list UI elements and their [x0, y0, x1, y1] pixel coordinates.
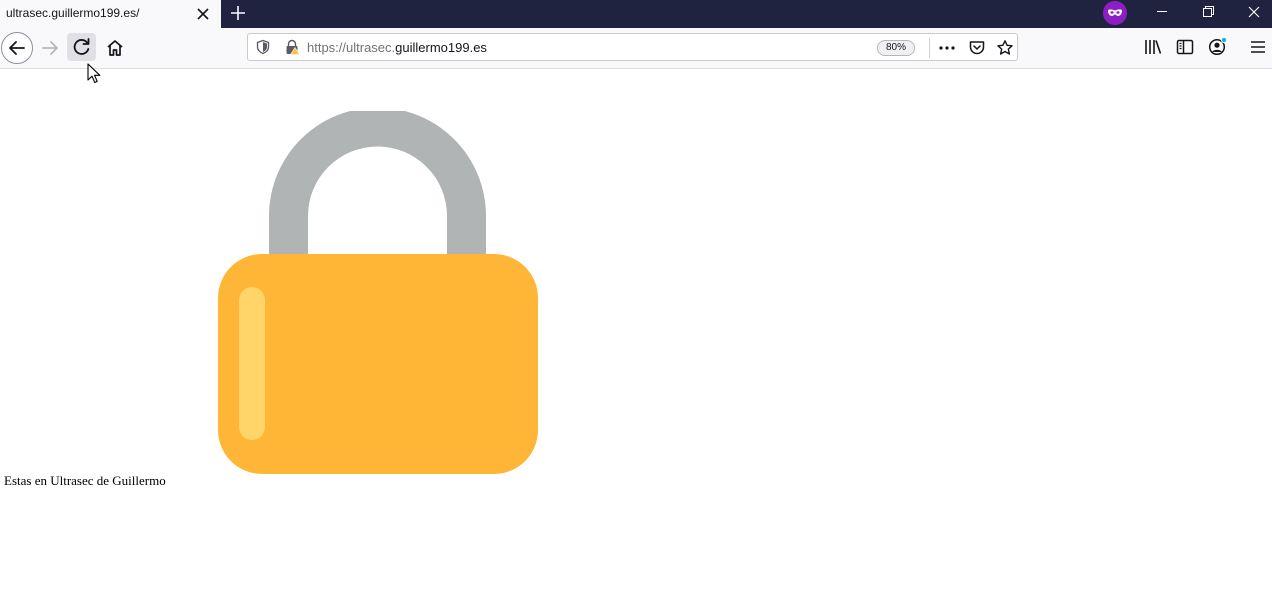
reload-icon[interactable] [67, 33, 96, 61]
tab-title: ultrasec.guillermo199.es/ [6, 6, 140, 20]
page-actions-more-icon[interactable] [938, 39, 956, 57]
restore-icon[interactable] [1185, 0, 1231, 28]
hamburger-menu-icon[interactable] [1248, 37, 1268, 57]
bookmark-star-icon[interactable] [996, 39, 1014, 57]
urlbar-divider [929, 38, 930, 58]
welcome-text: Estas en Ultrasec de Guillermo [4, 473, 166, 488]
private-browsing-icon [1103, 1, 1127, 25]
sidebar-toggle-icon[interactable] [1175, 37, 1195, 57]
tab-strip: ultrasec.guillermo199.es/ [0, 0, 1272, 28]
new-tab-icon[interactable] [228, 3, 248, 23]
url-domain: guillermo199.es [395, 40, 487, 55]
url-prefix: https://ultrasec. [307, 40, 396, 55]
pocket-icon[interactable] [968, 39, 986, 57]
back-arrow-icon[interactable] [1, 32, 33, 64]
minimize-icon[interactable] [1139, 0, 1185, 28]
navigation-toolbar: https://ultrasec.guillermo199.es 80% [0, 28, 1272, 69]
close-tab-icon[interactable] [194, 5, 212, 23]
active-tab[interactable]: ultrasec.guillermo199.es/ [0, 0, 221, 28]
account-icon[interactable] [1207, 37, 1227, 57]
address-bar[interactable]: https://ultrasec.guillermo199.es 80% [247, 33, 1018, 61]
mouse-cursor-icon [87, 63, 101, 84]
url-text[interactable]: https://ultrasec.guillermo199.es [307, 40, 487, 55]
zoom-level-badge[interactable]: 80% [877, 40, 915, 56]
tracking-protection-shield-icon[interactable] [255, 39, 271, 55]
page-content: Estas en Ultrasec de Guillermo [0, 69, 1272, 600]
forward-arrow-icon[interactable] [34, 32, 66, 64]
library-icon[interactable] [1143, 37, 1163, 57]
home-icon[interactable] [99, 32, 131, 64]
padlock-icon [218, 111, 538, 474]
close-window-icon[interactable] [1231, 0, 1272, 28]
lock-warning-icon[interactable] [284, 39, 300, 55]
